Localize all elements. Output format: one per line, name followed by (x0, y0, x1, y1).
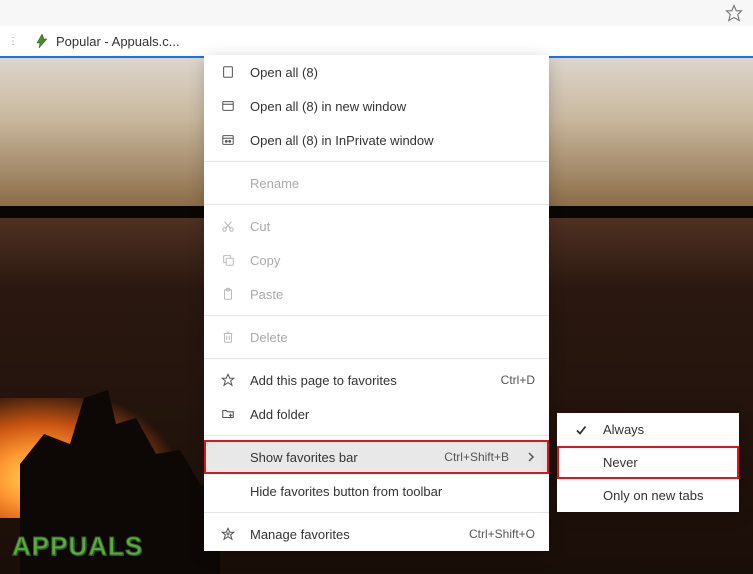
document-icon (220, 64, 236, 80)
menu-cut: Cut (204, 209, 549, 243)
menu-paste: Paste (204, 277, 549, 311)
menu-shortcut: Ctrl+Shift+O (469, 527, 535, 541)
menu-label: Never (603, 455, 725, 470)
bookmark-popular[interactable]: Popular - Appuals.c... (26, 30, 188, 52)
star-outline-icon (220, 372, 236, 388)
context-menu-favorites: Open all (8) Open all (8) in new window … (204, 55, 549, 551)
menu-label: Hide favorites button from toolbar (250, 484, 535, 499)
menu-separator (204, 315, 549, 316)
bookmark-label: Popular - Appuals.c... (56, 34, 180, 49)
window-icon (220, 98, 236, 114)
cut-icon (220, 218, 236, 234)
chevron-right-icon (527, 451, 535, 463)
menu-add-folder[interactable]: Add folder (204, 397, 549, 431)
overflow-indicator[interactable]: ⋮ (8, 36, 18, 47)
delete-icon (220, 329, 236, 345)
favicon-appuals (34, 33, 50, 49)
copy-icon (220, 252, 236, 268)
menu-manage-favorites[interactable]: Manage favorites Ctrl+Shift+O (204, 517, 549, 551)
blank-icon (220, 449, 236, 465)
menu-label: Rename (250, 176, 535, 191)
menu-hide-favorites-button[interactable]: Hide favorites button from toolbar (204, 474, 549, 508)
menu-separator (204, 435, 549, 436)
menu-open-all[interactable]: Open all (8) (204, 55, 549, 89)
menu-separator (204, 161, 549, 162)
menu-label: Always (603, 422, 725, 437)
menu-label: Delete (250, 330, 535, 345)
menu-delete: Delete (204, 320, 549, 354)
folder-add-icon (220, 406, 236, 422)
menu-shortcut: Ctrl+Shift+B (444, 450, 509, 464)
star-gear-icon (220, 526, 236, 542)
menu-label: Copy (250, 253, 535, 268)
blank-icon (220, 175, 236, 191)
menu-label: Add this page to favorites (250, 373, 487, 388)
browser-chrome: ⋮ Popular - Appuals.c... (0, 0, 753, 58)
favorites-bar: ⋮ Popular - Appuals.c... (0, 26, 753, 56)
menu-label: Cut (250, 219, 535, 234)
menu-shortcut: Ctrl+D (501, 373, 535, 387)
menu-label: Manage favorites (250, 527, 455, 542)
menu-add-page[interactable]: Add this page to favorites Ctrl+D (204, 363, 549, 397)
menu-label: Add folder (250, 407, 535, 422)
submenu-never[interactable]: Never (557, 446, 739, 479)
paste-icon (220, 286, 236, 302)
menu-label: Only on new tabs (603, 488, 725, 503)
menu-open-all-window[interactable]: Open all (8) in new window (204, 89, 549, 123)
submenu-show-favorites-bar: Always Never Only on new tabs (557, 413, 739, 512)
menu-label: Paste (250, 287, 535, 302)
menu-rename: Rename (204, 166, 549, 200)
menu-label: Open all (8) in new window (250, 99, 535, 114)
submenu-new-tabs[interactable]: Only on new tabs (557, 479, 739, 512)
menu-label: Open all (8) (250, 65, 535, 80)
star-icon[interactable] (725, 4, 743, 22)
menu-open-all-inprivate[interactable]: Open all (8) in InPrivate window (204, 123, 549, 157)
menu-copy: Copy (204, 243, 549, 277)
menu-label: Show favorites bar (250, 450, 430, 465)
menu-separator (204, 512, 549, 513)
appuals-logo: APPUALS (12, 531, 143, 562)
inprivate-icon (220, 132, 236, 148)
toolbar (0, 0, 753, 26)
menu-separator (204, 358, 549, 359)
submenu-always[interactable]: Always (557, 413, 739, 446)
blank-icon (220, 483, 236, 499)
menu-label: Open all (8) in InPrivate window (250, 133, 535, 148)
menu-separator (204, 204, 549, 205)
menu-show-favorites-bar[interactable]: Show favorites bar Ctrl+Shift+B (204, 440, 549, 474)
check-icon (573, 424, 589, 436)
